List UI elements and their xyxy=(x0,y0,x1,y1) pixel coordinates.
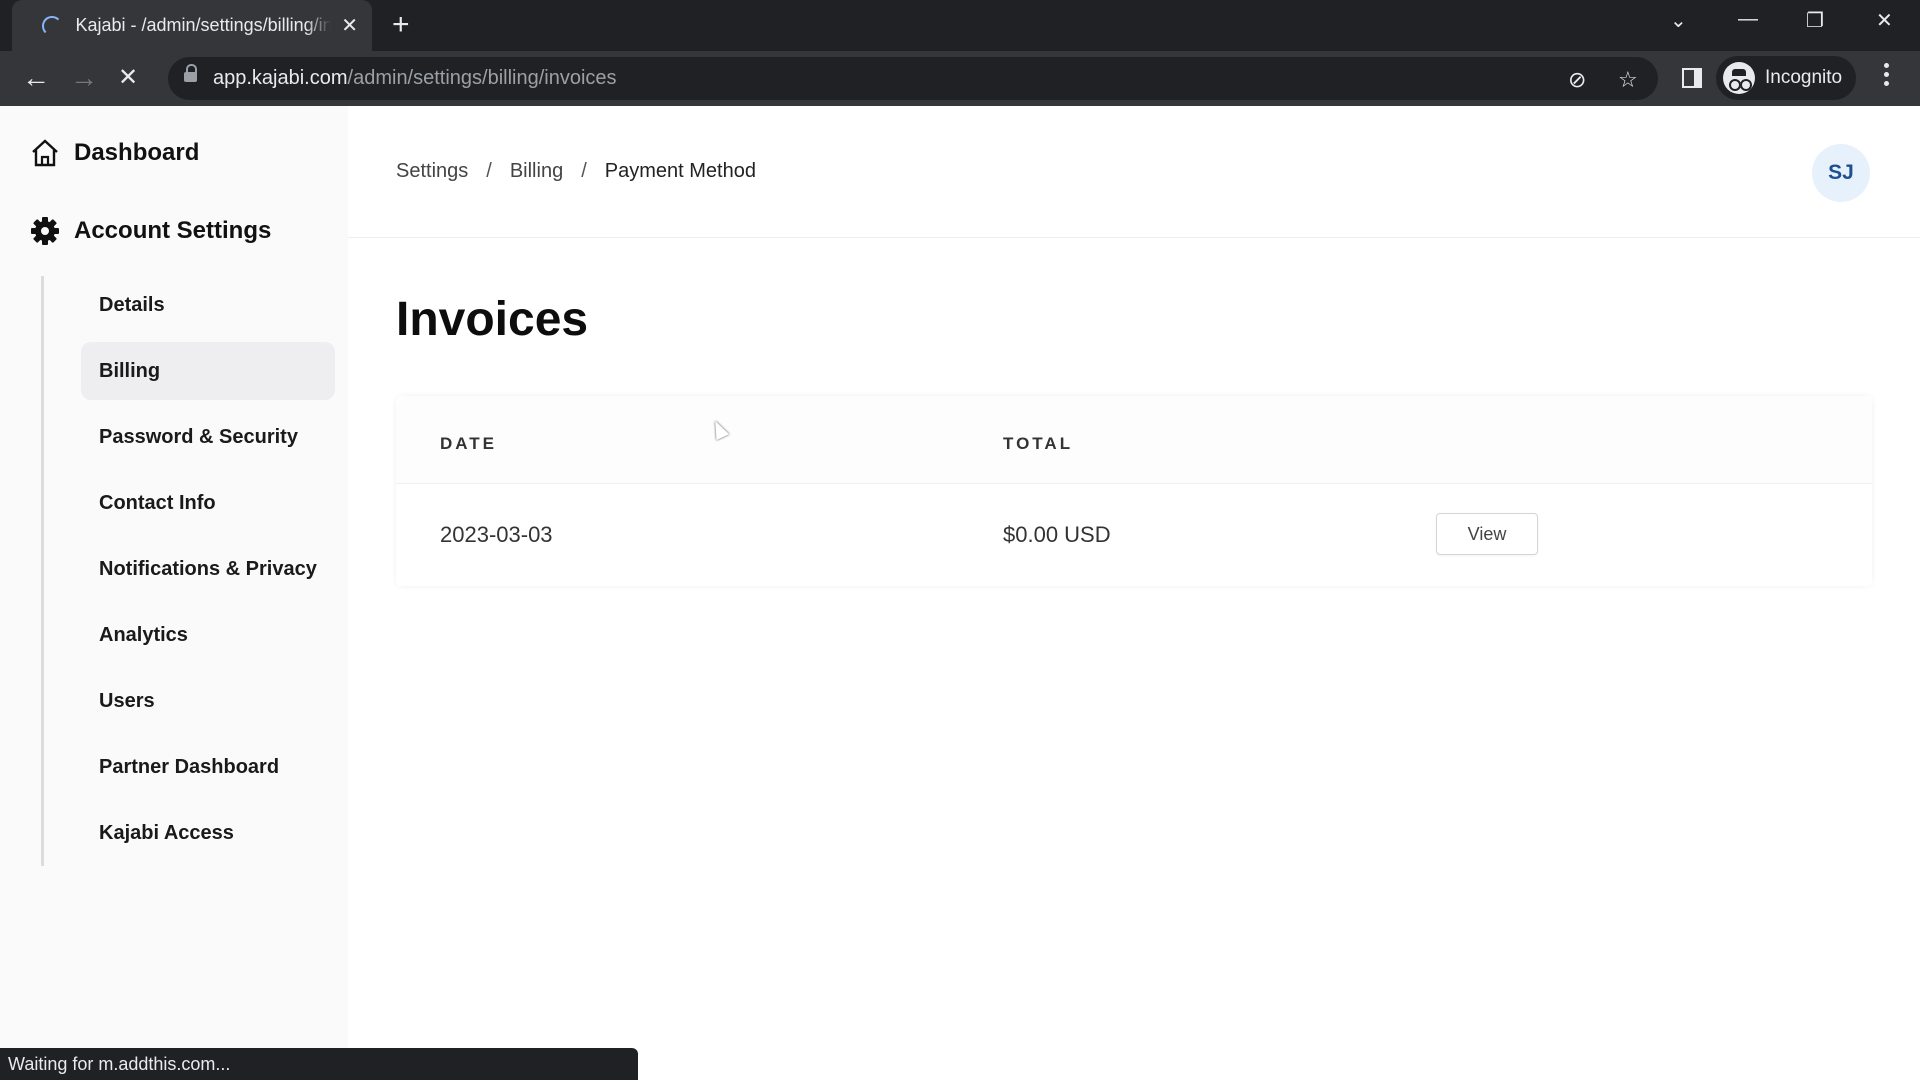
sidebar-rail xyxy=(41,276,44,866)
view-invoice-button[interactable]: View xyxy=(1436,513,1538,555)
browser-menu-icon[interactable] xyxy=(1884,63,1889,87)
sidebar-item-billing[interactable]: Billing xyxy=(81,342,335,400)
eye-off-icon[interactable]: ⊘ xyxy=(1568,67,1586,93)
restore-icon[interactable]: ❐ xyxy=(1806,8,1824,33)
status-bar: Waiting for m.addthis.com... xyxy=(0,1048,638,1080)
sidebar-item-notifications-privacy[interactable]: Notifications & Privacy xyxy=(81,540,335,598)
main-content: Settings / Billing / Payment Method SJ I… xyxy=(348,106,1920,1080)
stop-loading-icon[interactable]: ✕ xyxy=(118,63,138,93)
browser-chrome: Kajabi - /admin/settings/billing/invoice… xyxy=(0,0,1920,106)
bookmark-star-icon[interactable]: ☆ xyxy=(1618,67,1638,93)
gear-icon xyxy=(31,217,59,245)
table-row: 2023-03-03 $0.00 USD View xyxy=(396,484,1872,586)
sidebar-item-password-security[interactable]: Password & Security xyxy=(81,408,335,466)
sidebar-item-analytics[interactable]: Analytics xyxy=(81,606,335,664)
sidebar-item-partner-dashboard[interactable]: Partner Dashboard xyxy=(81,738,335,796)
minimize-icon[interactable]: — xyxy=(1738,8,1758,31)
side-panel-icon[interactable] xyxy=(1682,68,1702,88)
breadcrumb: Settings / Billing / Payment Method xyxy=(396,160,756,183)
user-avatar[interactable]: SJ xyxy=(1812,144,1870,202)
browser-toolbar: ← → ✕ app.kajabi.com/admin/settings/bill… xyxy=(0,51,1920,106)
sidebar-item-kajabi-access[interactable]: Kajabi Access xyxy=(81,804,335,862)
breadcrumb-payment-method: Payment Method xyxy=(604,160,756,182)
new-tab-button[interactable]: + xyxy=(392,10,410,40)
loading-spinner-icon xyxy=(42,15,62,36)
incognito-label: Incognito xyxy=(1765,67,1843,88)
breadcrumb-separator: / xyxy=(486,160,492,182)
tab-title: Kajabi - /admin/settings/billing/invoice… xyxy=(75,15,332,35)
account-settings-label: Account Settings xyxy=(74,217,272,244)
tab-search-icon[interactable]: ⌄ xyxy=(1670,8,1687,33)
sidebar-dashboard-link[interactable]: Dashboard xyxy=(30,138,199,168)
sidebar: Dashboard Account Settings Details Billi… xyxy=(0,106,348,1080)
table-header: DATE TOTAL xyxy=(396,396,1872,484)
dashboard-label: Dashboard xyxy=(74,139,200,166)
back-icon[interactable]: ← xyxy=(22,63,50,93)
window-close-icon[interactable]: ✕ xyxy=(1876,8,1893,33)
tab-close-icon[interactable]: ✕ xyxy=(341,13,358,38)
incognito-icon xyxy=(1723,62,1755,94)
breadcrumb-billing[interactable]: Billing xyxy=(510,160,563,183)
address-bar[interactable]: app.kajabi.com/admin/settings/billing/in… xyxy=(168,57,1658,100)
forward-icon[interactable]: → xyxy=(70,63,98,93)
invoice-date: 2023-03-03 xyxy=(440,522,553,547)
url-text[interactable]: app.kajabi.com/admin/settings/billing/in… xyxy=(213,67,617,90)
column-header-date: DATE xyxy=(440,434,498,453)
invoice-total: $0.00 USD xyxy=(1003,522,1111,547)
sidebar-item-details[interactable]: Details xyxy=(81,276,335,334)
sidebar-item-users[interactable]: Users xyxy=(81,672,335,730)
incognito-profile-button[interactable]: Incognito xyxy=(1716,56,1856,100)
page-header: Settings / Billing / Payment Method SJ xyxy=(348,106,1920,238)
breadcrumb-settings[interactable]: Settings xyxy=(396,160,468,183)
lock-icon[interactable] xyxy=(184,64,197,85)
home-icon xyxy=(32,139,58,167)
sidebar-item-contact-info[interactable]: Contact Info xyxy=(81,474,335,532)
browser-tab[interactable]: Kajabi - /admin/settings/billing/invoice… xyxy=(12,0,372,51)
breadcrumb-separator: / xyxy=(581,160,587,182)
page-title: Invoices xyxy=(396,293,589,346)
sidebar-account-settings-link[interactable]: Account Settings xyxy=(30,216,271,246)
column-header-total: TOTAL xyxy=(1003,434,1074,453)
tab-strip: Kajabi - /admin/settings/billing/invoice… xyxy=(0,0,1920,51)
invoices-table: DATE TOTAL 2023-03-03 $0.00 USD View xyxy=(396,396,1872,586)
